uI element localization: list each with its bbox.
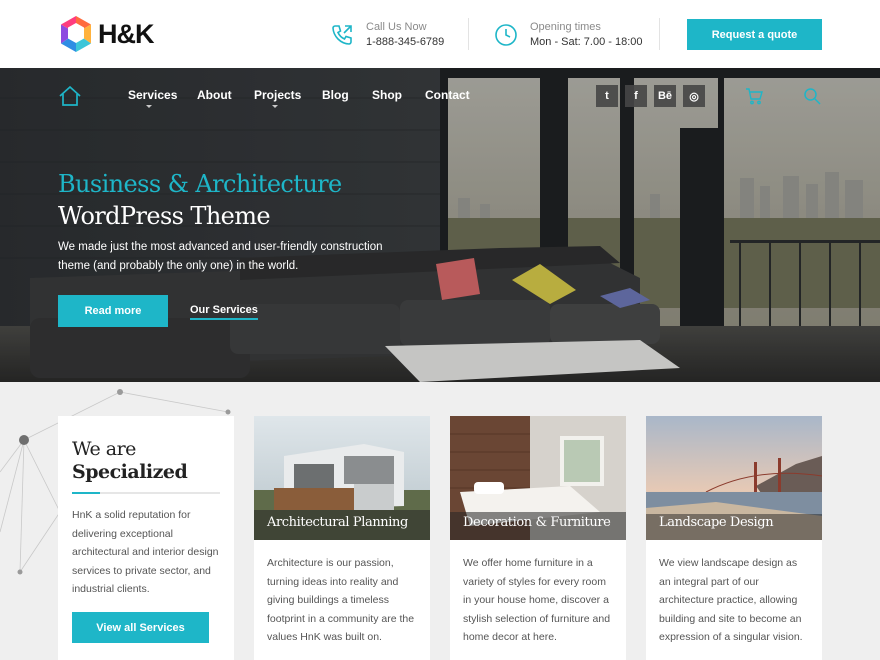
hero-title-accent: Business & Architecture	[58, 170, 342, 198]
phone-icon	[332, 25, 352, 45]
service-image-bedroom: Decoration & Furniture	[450, 416, 626, 540]
service-image-house: Architectural Planning	[254, 416, 430, 540]
home-icon[interactable]	[58, 84, 82, 108]
service-card-landscape-design[interactable]: Landscape Design We view landscape desig…	[646, 416, 822, 660]
logo-text: H&K	[98, 18, 154, 49]
hero-section: Services About Projects Blog Shop Contac…	[0, 68, 880, 382]
chevron-down-icon	[146, 105, 152, 108]
service-title: Landscape Design	[659, 515, 774, 530]
call-label: Call Us Now	[366, 21, 427, 33]
facebook-icon[interactable]: f	[625, 85, 647, 107]
chevron-down-icon	[272, 105, 278, 108]
cart-icon[interactable]	[745, 87, 763, 105]
logo-hexagon-icon	[61, 16, 91, 52]
service-card-decoration-furniture[interactable]: Decoration & Furniture We offer home fur…	[450, 416, 626, 660]
specialized-title-line1: We are	[72, 438, 136, 460]
search-icon[interactable]	[803, 87, 821, 105]
service-description: We offer home furniture in a variety of …	[463, 557, 611, 644]
service-card-architectural-planning[interactable]: Architectural Planning Architecture is o…	[254, 416, 430, 660]
service-description: We view landscape design as an integral …	[659, 557, 803, 644]
call-info: Call Us Now 1-888-345-6789	[330, 20, 444, 50]
behance-icon[interactable]: Bē	[654, 85, 676, 107]
request-quote-button[interactable]: Request a quote	[687, 19, 822, 50]
title-underline	[72, 492, 220, 494]
service-title: Decoration & Furniture	[463, 515, 611, 530]
nav-item-about[interactable]: About	[197, 88, 232, 102]
top-header: H&K Call Us Now 1-888-345-6789 Opening t…	[0, 0, 880, 68]
nav-item-services[interactable]: Services	[128, 88, 177, 102]
service-image-bridge: Landscape Design	[646, 416, 822, 540]
call-number[interactable]: 1-888-345-6789	[366, 34, 444, 50]
nav-item-shop[interactable]: Shop	[372, 88, 402, 102]
nav-item-contact[interactable]: Contact	[425, 88, 470, 102]
divider	[659, 18, 660, 50]
hero-title: WordPress Theme	[58, 202, 271, 230]
specialized-title-line2: Specialized	[72, 461, 188, 483]
service-description: Architecture is our passion, turning ide…	[267, 557, 415, 644]
nav-item-projects[interactable]: Projects	[254, 88, 301, 102]
hero-description: We made just the most advanced and user-…	[58, 241, 383, 272]
read-more-button[interactable]: Read more	[58, 295, 168, 327]
nav-item-blog[interactable]: Blog	[322, 88, 349, 102]
clock-icon	[495, 24, 517, 46]
hours-info: Opening times Mon - Sat: 7.00 - 18:00	[494, 20, 643, 50]
service-title: Architectural Planning	[267, 515, 408, 530]
dribbble-icon[interactable]: ◎	[683, 85, 705, 107]
specialized-description: HnK a solid reputation for delivering ex…	[72, 509, 219, 596]
hours-value: Mon - Sat: 7.00 - 18:00	[530, 36, 643, 48]
hours-label: Opening times	[530, 21, 601, 33]
specialized-card: We are Specialized HnK a solid reputatio…	[58, 416, 234, 660]
view-all-services-button[interactable]: View all Services	[72, 612, 209, 643]
logo[interactable]: H&K	[58, 14, 162, 54]
main-navigation: Services About Projects Blog Shop Contac…	[0, 68, 880, 124]
twitter-icon[interactable]: t	[596, 85, 618, 107]
divider	[468, 18, 469, 50]
our-services-link[interactable]: Our Services	[190, 304, 258, 320]
services-section: We are Specialized HnK a solid reputatio…	[0, 382, 880, 660]
